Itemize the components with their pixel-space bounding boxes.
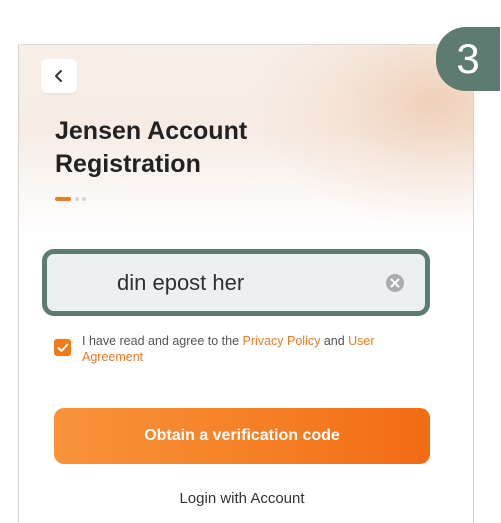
clear-circle-icon[interactable] [385, 273, 405, 293]
email-field[interactable]: din epost her [42, 249, 430, 316]
obtain-verification-code-button[interactable]: Obtain a verification code [54, 408, 430, 464]
agreement-prefix: I have read and agree to the [82, 334, 243, 348]
login-with-account-link[interactable]: Login with Account [54, 490, 430, 507]
step-dot [75, 197, 79, 201]
chevron-left-icon [55, 70, 62, 82]
email-field-value: din epost her [117, 270, 245, 295]
checkmark-icon [57, 343, 68, 352]
step-dot [82, 197, 86, 201]
page-title: Jensen Account Registration [55, 117, 248, 178]
back-button[interactable] [41, 59, 77, 93]
agreement-checkbox[interactable] [54, 339, 71, 356]
agreement-text: I have read and agree to the Privacy Pol… [82, 333, 412, 365]
privacy-policy-link[interactable]: Privacy Policy [243, 334, 321, 348]
step-number-badge: 3 [436, 27, 500, 91]
step-dot-active [55, 197, 71, 201]
agreement-middle: and [320, 334, 349, 348]
